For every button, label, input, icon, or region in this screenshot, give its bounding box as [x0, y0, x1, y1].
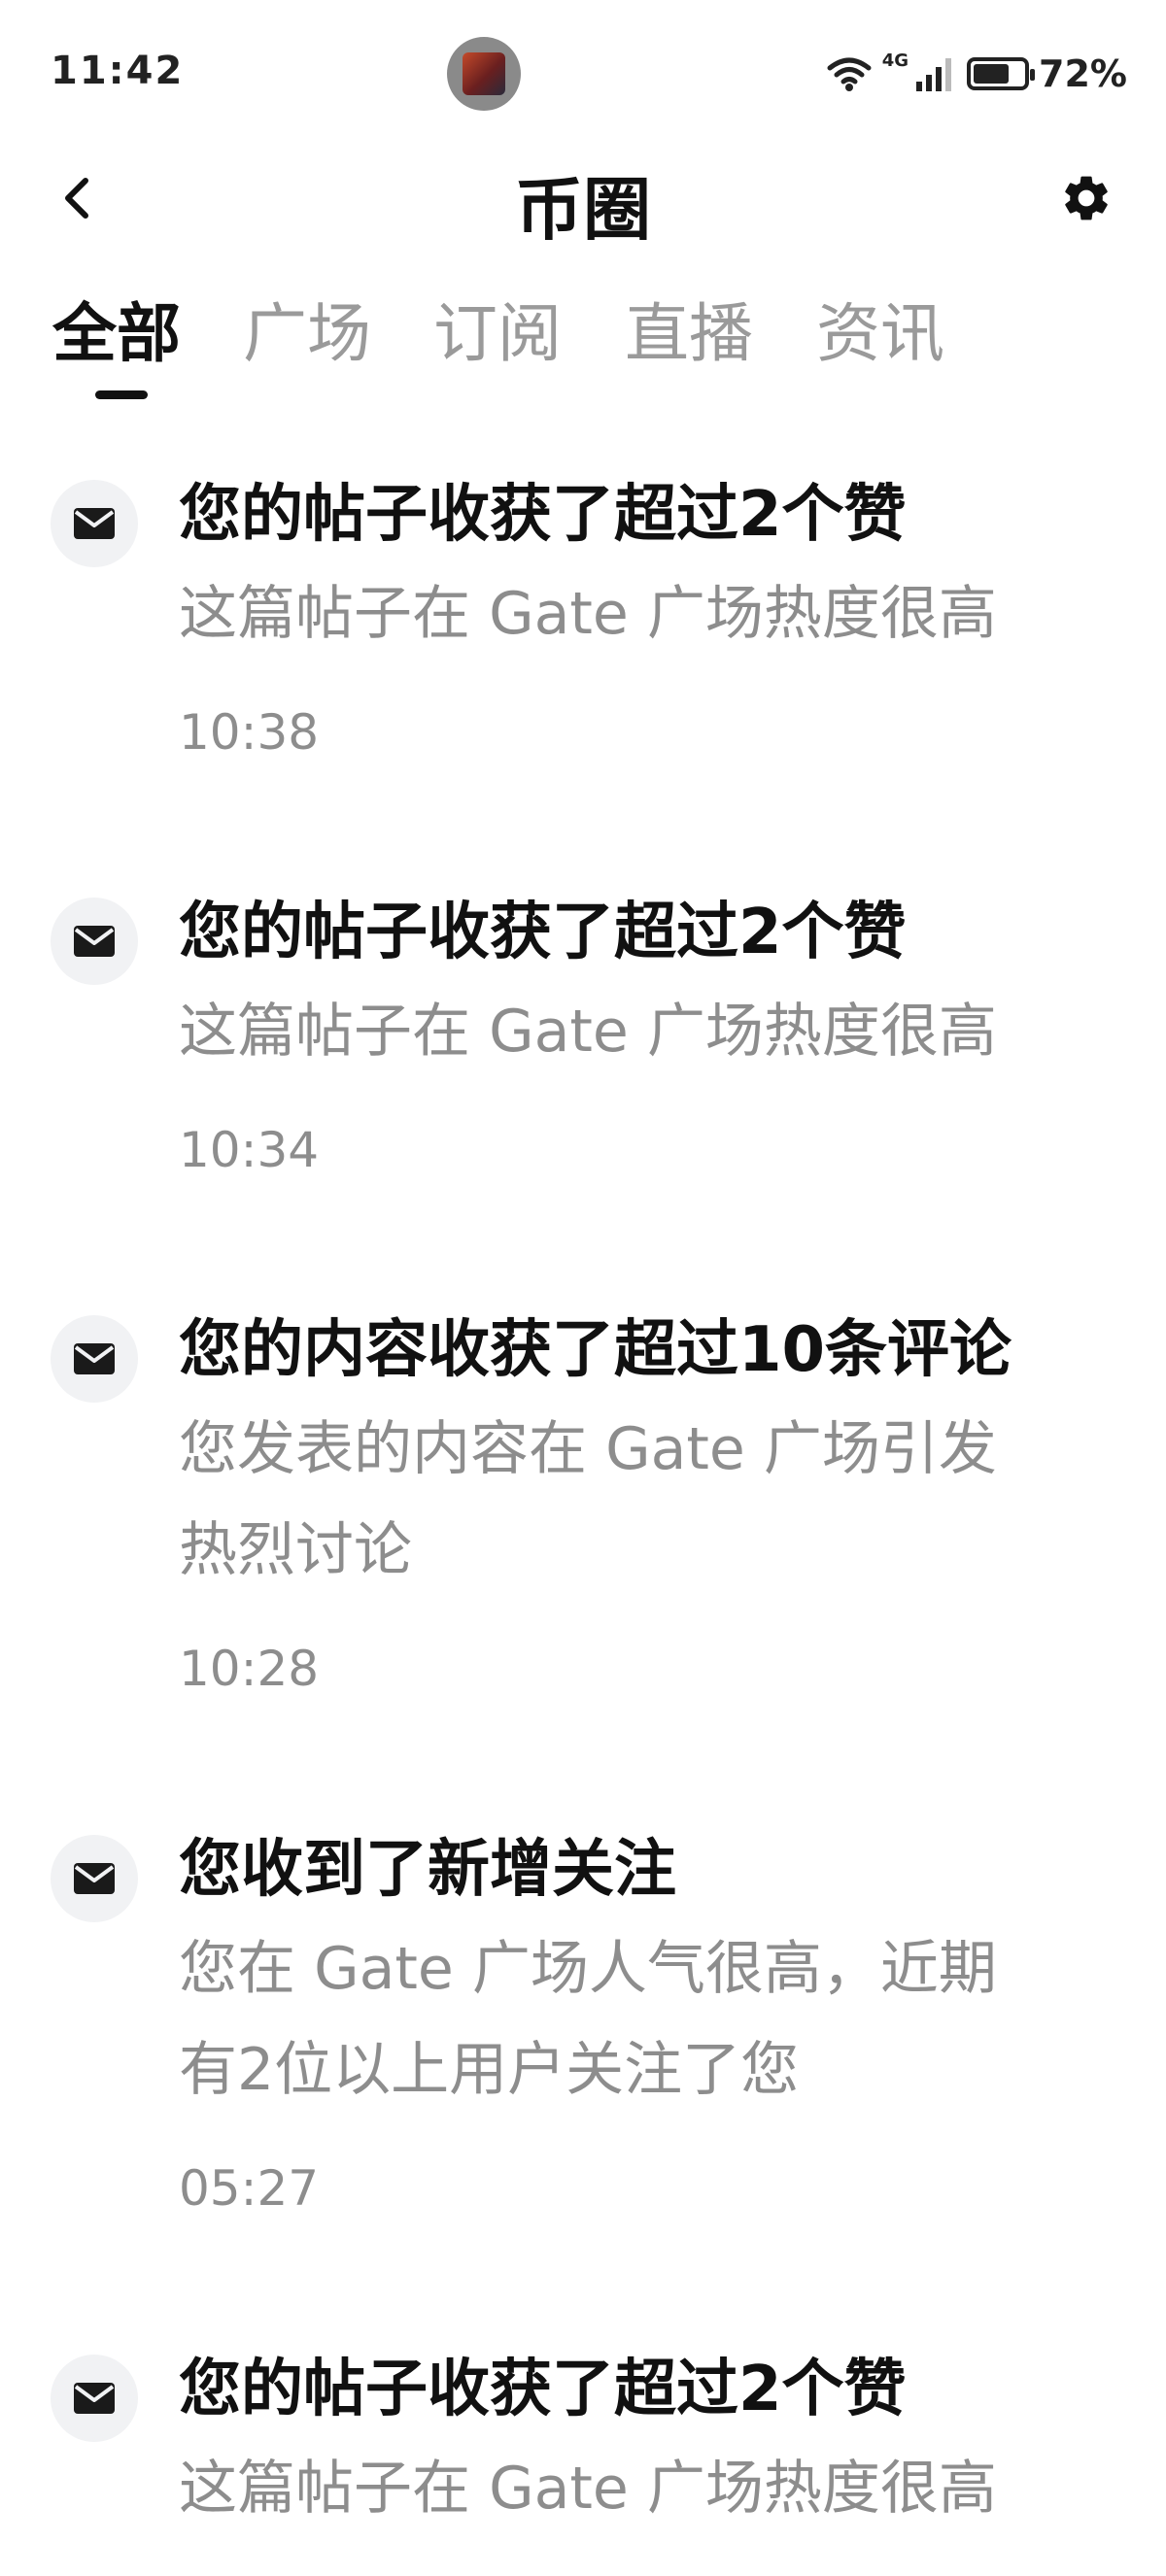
notification-description: 有2位以上用户关注了您	[179, 2036, 800, 2104]
settings-button[interactable]	[1055, 167, 1117, 229]
mail-icon	[51, 1835, 138, 1922]
top-app-bar: 币圈	[0, 146, 1166, 253]
tab-all[interactable]: 全部	[52, 282, 181, 375]
tab-subscribe[interactable]: 订阅	[433, 282, 562, 375]
notification-time: 10:28	[179, 1641, 320, 1697]
status-indicators: 4G 72%	[826, 51, 1127, 97]
notification-item[interactable]: 您的内容收获了超过10条评论您发表的内容在 Gate 广场引发 热烈讨论 10:28	[0, 1302, 1166, 1708]
tab-news[interactable]: 资讯	[816, 282, 944, 375]
mail-icon	[51, 2355, 138, 2442]
notification-title: 您的帖子收获了超过2个赞	[179, 2354, 907, 2425]
notification-description: 您发表的内容在 Gate 广场引发	[179, 1415, 997, 1483]
active-tab-indicator	[95, 390, 148, 399]
notification-description: 热烈讨论	[179, 1516, 412, 1584]
notification-item[interactable]: 您的帖子收获了超过2个赞这篇帖子在 Gate 广场热度很高 10:38	[0, 466, 1166, 771]
page-title: 币圈	[515, 170, 651, 250]
mail-icon	[51, 1315, 138, 1403]
category-tabs: 全部 广场 订阅 直播 资讯	[0, 282, 1166, 408]
notification-description: 这篇帖子在 Gate 广场热度很高	[179, 998, 997, 1066]
status-bar: 11:42 4G 72%	[0, 0, 1166, 146]
mail-icon	[51, 898, 138, 985]
notification-description: 这篇帖子在 Gate 广场热度很高	[179, 2455, 997, 2523]
notification-item[interactable]: 您的帖子收获了超过2个赞这篇帖子在 Gate 广场热度很高 10:34	[0, 884, 1166, 1189]
network-type: 4G	[881, 51, 909, 71]
battery-percent: 72%	[1039, 52, 1127, 95]
gear-icon	[1065, 176, 1108, 220]
signal-icon	[916, 58, 952, 91]
notification-avatar-icon	[447, 37, 521, 111]
mail-icon	[51, 480, 138, 567]
notification-time: 10:38	[179, 704, 320, 761]
battery-icon	[967, 57, 1036, 90]
notification-description: 这篇帖子在 Gate 广场热度很高	[179, 580, 997, 648]
tab-live[interactable]: 直播	[625, 282, 753, 375]
notification-item[interactable]: 您的帖子收获了超过2个赞这篇帖子在 Gate 广场热度很高	[0, 2341, 1166, 2539]
notification-title: 您的内容收获了超过10条评论	[179, 1314, 1012, 1386]
status-time: 11:42	[51, 49, 185, 93]
notification-time: 10:34	[179, 1122, 320, 1178]
notification-title: 您的帖子收获了超过2个赞	[179, 897, 907, 968]
notification-description: 您在 Gate 广场人气很高，近期	[179, 1935, 997, 2003]
notification-time: 05:27	[179, 2160, 320, 2217]
wifi-icon	[827, 57, 872, 91]
notification-title: 您收到了新增关注	[179, 1834, 676, 1906]
notification-item[interactable]: 您收到了新增关注您在 Gate 广场人气很高，近期 有2位以上用户关注了您 05:2…	[0, 1821, 1166, 2227]
notification-title: 您的帖子收获了超过2个赞	[179, 479, 907, 551]
tab-square[interactable]: 广场	[243, 282, 371, 375]
